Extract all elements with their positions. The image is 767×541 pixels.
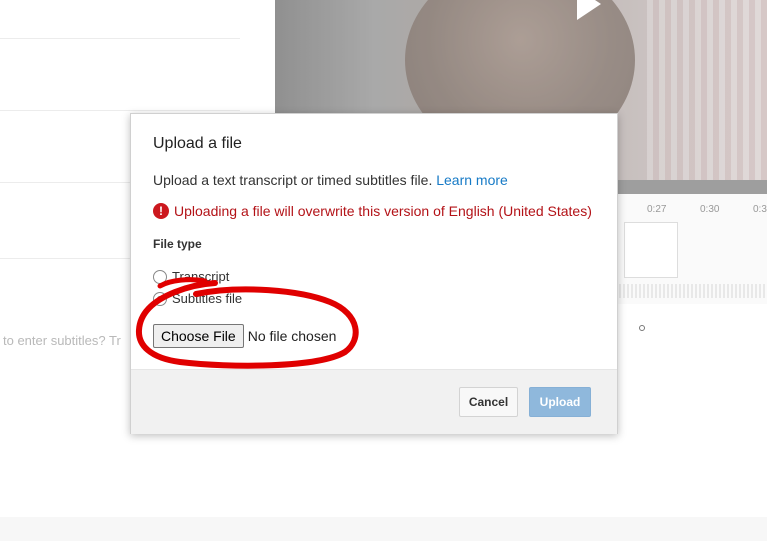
file-type-label: File type bbox=[153, 237, 202, 251]
radio-button[interactable] bbox=[153, 269, 167, 284]
cursor-dot bbox=[639, 325, 645, 331]
file-input[interactable]: Choose File No file chosen bbox=[153, 324, 336, 348]
upload-file-dialog: Upload a file Upload a text transcript o… bbox=[130, 113, 618, 434]
overwrite-warning: ! Uploading a file will overwrite this v… bbox=[153, 203, 592, 219]
dialog-title: Upload a file bbox=[153, 135, 242, 152]
list-divider bbox=[0, 110, 240, 111]
radio-label: Transcript bbox=[172, 269, 230, 284]
radio-subtitles-file[interactable]: Subtitles file bbox=[153, 291, 242, 306]
radio-transcript[interactable]: Transcript bbox=[153, 269, 229, 284]
page-footer bbox=[0, 517, 767, 541]
play-icon[interactable] bbox=[577, 0, 601, 20]
timeline-label: 0:27 bbox=[647, 204, 667, 215]
dialog-footer: Cancel Upload bbox=[131, 369, 617, 434]
subtitle-clip[interactable] bbox=[624, 222, 678, 278]
warning-text: Uploading a file will overwrite this ver… bbox=[174, 203, 592, 219]
description-text: Upload a text transcript or timed subtit… bbox=[153, 172, 433, 188]
dialog-description: Upload a text transcript or timed subtit… bbox=[153, 172, 508, 188]
radio-label: Subtitles file bbox=[172, 291, 243, 306]
upload-button[interactable]: Upload bbox=[529, 387, 591, 417]
choose-file-button[interactable]: Choose File bbox=[153, 324, 244, 348]
learn-more-link[interactable]: Learn more bbox=[436, 172, 508, 188]
audio-waveform bbox=[615, 284, 765, 298]
timeline-label: 0:30 bbox=[700, 204, 720, 215]
list-divider bbox=[0, 38, 240, 39]
cancel-button[interactable]: Cancel bbox=[459, 387, 518, 417]
timeline-label: 0:33 bbox=[753, 204, 767, 215]
no-file-chosen-text: No file chosen bbox=[247, 328, 337, 344]
subtitle-hint-text: to enter subtitles? Tr bbox=[3, 333, 121, 348]
radio-button-selected[interactable] bbox=[153, 291, 167, 306]
warning-icon: ! bbox=[153, 203, 169, 219]
